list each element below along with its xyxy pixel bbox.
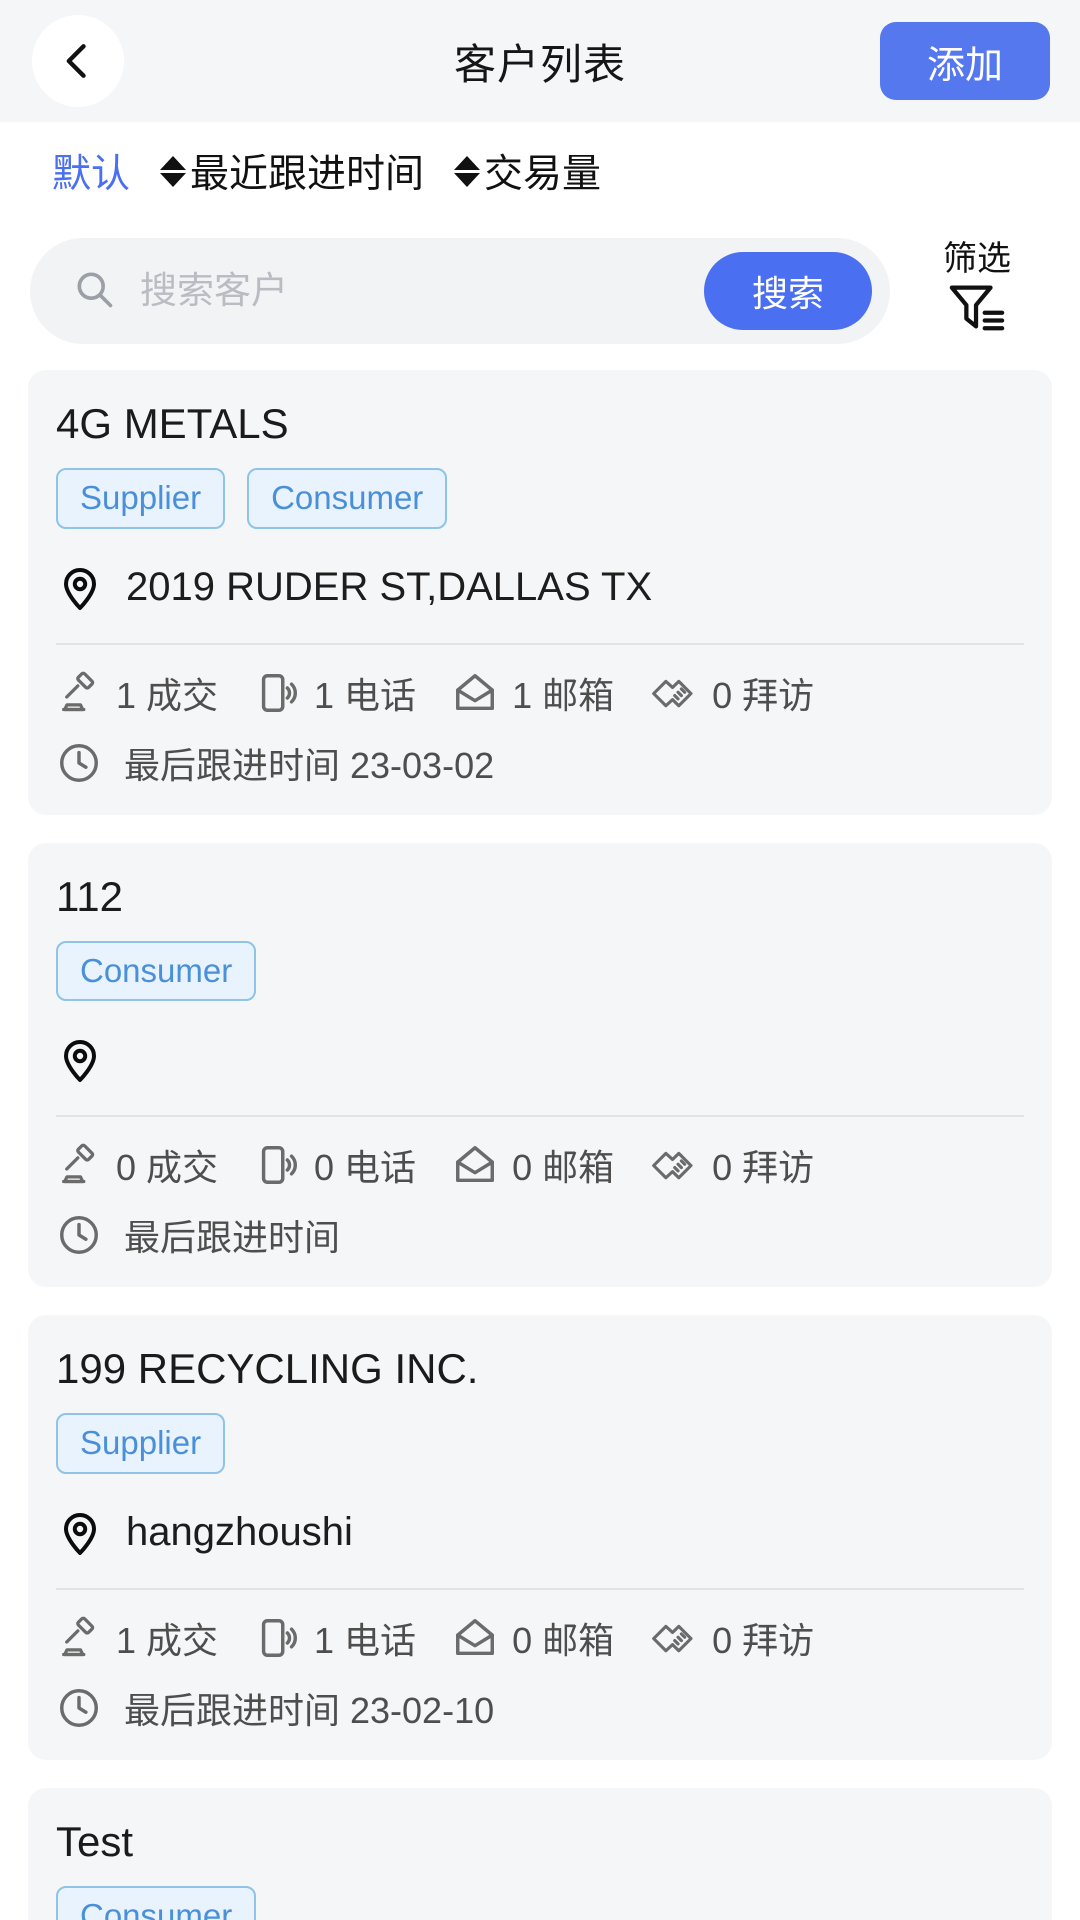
customer-followup-row: 最后跟进时间 23-02-10 [56, 1682, 1024, 1734]
customer-name: 112 [56, 872, 123, 920]
customer-followup-row: 最后跟进时间 23-03-02 [56, 737, 1024, 789]
customer-card[interactable]: 4G METALS Supplier Consumer 2019 RUDER S… [28, 370, 1052, 815]
stat-visit-text: 0 拜访 [712, 1147, 815, 1189]
stat-phone: 1 电话 [254, 1612, 416, 1664]
sort-arrows-icon [160, 155, 187, 187]
chevron-left-icon [56, 39, 100, 83]
location-pin-icon [56, 1509, 104, 1557]
customer-tags: Supplier [56, 1413, 1024, 1474]
stat-email-text: 1 邮箱 [512, 674, 615, 716]
stat-phone-text: 1 电话 [314, 1619, 417, 1661]
customer-name: 199 RECYCLING INC. [56, 1345, 479, 1393]
customer-card[interactable]: Test Consumer [28, 1787, 1052, 1920]
location-pin-icon [56, 1036, 104, 1084]
clock-icon [56, 740, 102, 786]
funnel-filter-icon [946, 278, 1008, 341]
sort-tab-recent-followup-label: 最近跟进时间 [190, 153, 425, 196]
stat-deal-text: 1 成交 [116, 1619, 219, 1661]
stat-deal-text: 0 成交 [116, 1147, 219, 1189]
stat-deal: 0 成交 [56, 1139, 218, 1191]
customer-stats-row: 1 成交 1 电话 1 邮箱 0 拜访 [56, 667, 1024, 719]
stat-phone: 0 电话 [254, 1139, 416, 1191]
customer-followup-text: 最后跟进时间 [124, 1217, 341, 1259]
customer-address-row: 2019 RUDER ST,DALLAS TX [56, 555, 1024, 621]
customer-stats-row: 0 成交 0 电话 0 邮箱 0 拜访 [56, 1139, 1024, 1191]
clock-icon [56, 1212, 102, 1258]
add-button[interactable]: 添加 [880, 22, 1050, 100]
customer-tag: Consumer [56, 940, 257, 1002]
customer-tag: Consumer [247, 468, 448, 529]
customer-address-row: hangzhoushi [56, 1500, 1024, 1566]
customer-card-list: 4G METALS Supplier Consumer 2019 RUDER S… [0, 370, 1080, 1920]
stat-deal: 1 成交 [56, 1612, 218, 1664]
customer-tag: Consumer [56, 1886, 257, 1920]
customer-tags: Consumer [56, 940, 1024, 1002]
filter-label: 筛选 [943, 239, 1011, 278]
stat-visit-text: 0 拜访 [712, 674, 815, 716]
stat-email-text: 0 邮箱 [512, 1619, 615, 1661]
customer-followup-text: 最后跟进时间 23-03-02 [124, 744, 495, 786]
stat-deal: 1 成交 [56, 667, 218, 719]
search-box[interactable]: 搜索 [30, 238, 890, 344]
stat-email: 1 邮箱 [452, 667, 614, 719]
customer-stats-row: 1 成交 1 电话 0 邮箱 0 拜访 [56, 1612, 1024, 1664]
customer-followup-text: 最后跟进时间 23-02-10 [124, 1689, 495, 1731]
clock-icon [56, 1685, 102, 1731]
stat-phone-text: 1 电话 [314, 674, 417, 716]
stat-email-text: 0 邮箱 [512, 1147, 615, 1189]
customer-address: 2019 RUDER ST,DALLAS TX [126, 565, 653, 610]
customer-address-row [56, 1027, 1024, 1093]
app-header: 客户列表 添加 [0, 0, 1080, 122]
customer-name: 4G METALS [56, 400, 289, 447]
back-button[interactable] [32, 15, 124, 107]
search-icon [72, 267, 116, 316]
stat-email: 0 邮箱 [452, 1612, 614, 1664]
customer-followup-row: 最后跟进时间 [56, 1209, 1024, 1261]
customer-tag: Supplier [56, 1413, 226, 1474]
customer-tags: Supplier Consumer [56, 468, 1024, 529]
location-pin-icon [56, 564, 104, 612]
filter-button[interactable]: 筛选 [912, 242, 1042, 341]
stat-phone-text: 0 电话 [314, 1147, 417, 1189]
customer-card[interactable]: 199 RECYCLING INC. Supplier hangzhoushi [28, 1315, 1052, 1760]
card-divider [56, 642, 1024, 645]
sort-tab-default[interactable]: 默认 [52, 143, 130, 199]
stat-visit: 0 拜访 [650, 1139, 814, 1191]
card-divider [56, 1115, 1024, 1118]
stat-phone: 1 电话 [254, 667, 416, 719]
customer-tags: Consumer [56, 1886, 1024, 1920]
search-row: 搜索 筛选 [0, 220, 1080, 370]
sort-tab-transaction-volume[interactable]: 交易量 [454, 143, 601, 199]
customer-address: hangzhoushi [126, 1510, 353, 1555]
search-submit-button[interactable]: 搜索 [704, 252, 872, 330]
customer-name: Test [56, 1817, 134, 1865]
sort-arrows-icon [454, 155, 481, 187]
customer-card[interactable]: 112 Consumer 0 成交 0 电话 0 邮箱 0 拜访 最后跟进时间 [28, 842, 1052, 1288]
stat-visit: 0 拜访 [650, 1612, 814, 1664]
sort-tab-recent-followup[interactable]: 最近跟进时间 [160, 143, 424, 199]
card-divider [56, 1587, 1024, 1590]
customer-tag: Supplier [56, 468, 226, 529]
customer-list-screen: 客户列表 添加 默认 最近跟进时间 交易量 搜索客户 搜索 筛选 4G META… [0, 0, 1080, 1920]
sort-tabs: 默认 最近跟进时间 交易量 [0, 122, 1080, 220]
stat-email: 0 邮箱 [452, 1139, 614, 1191]
stat-deal-text: 1 成交 [116, 674, 219, 716]
stat-visit-text: 0 拜访 [712, 1619, 815, 1661]
stat-visit: 0 拜访 [650, 667, 814, 719]
sort-tab-default-label: 默认 [52, 153, 131, 196]
sort-tab-transaction-volume-label: 交易量 [484, 153, 602, 196]
